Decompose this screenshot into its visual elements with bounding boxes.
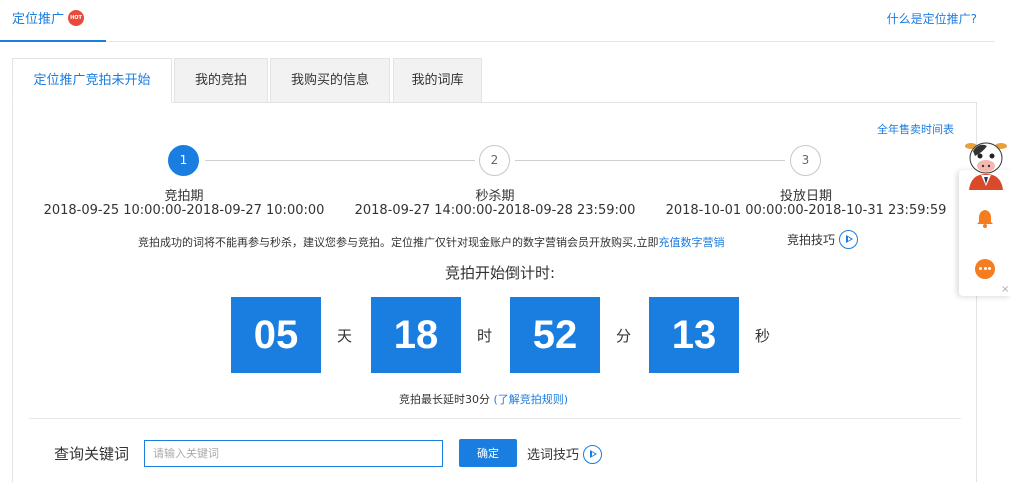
step-connector-line xyxy=(515,160,785,161)
top-bar: 定位推广 HOT 什么是定位推广? xyxy=(0,0,995,42)
help-link[interactable]: 什么是定位推广? xyxy=(887,0,977,38)
keyword-tips-label: 选词技巧 xyxy=(527,448,580,463)
confirm-button[interactable]: 确定 xyxy=(459,439,517,467)
countdown-seconds: 13 xyxy=(649,297,739,373)
page-title: 定位推广 xyxy=(12,12,65,27)
step-2-circle: 2 xyxy=(479,145,510,176)
countdown-minutes-unit: 分 xyxy=(616,327,632,345)
step-2-name: 秒杀期 xyxy=(475,189,515,204)
play-circle-icon xyxy=(839,230,859,249)
bid-tips-button[interactable]: 竞拍技巧 xyxy=(787,230,859,250)
chat-icon[interactable] xyxy=(975,259,995,279)
divider xyxy=(29,418,961,419)
step-3-date: 2018-10-01 00:00:00-2018-10-31 23:59:59 xyxy=(665,203,947,218)
hot-badge-icon: HOT xyxy=(68,9,85,26)
notice-text: 竞拍成功的词将不能再参与秒杀，建议您参与竞拍。定位推广仅针对现金账户的数字营销会… xyxy=(138,236,659,249)
tab-my-bids[interactable]: 我的竞拍 xyxy=(174,58,268,103)
delay-text: 竞拍最长延时30分 xyxy=(399,393,490,406)
page-title-tab[interactable]: 定位推广 HOT xyxy=(0,0,106,42)
bell-icon[interactable] xyxy=(976,208,994,228)
countdown-title: 竞拍开始倒计时: xyxy=(444,264,556,282)
recharge-link[interactable]: 充值数字营销 xyxy=(659,236,725,249)
countdown-seconds-unit: 秒 xyxy=(755,327,771,345)
countdown-minutes: 52 xyxy=(510,297,600,373)
delay-notice: 竞拍最长延时30分 (了解竞拍规则) xyxy=(399,391,568,407)
step-3-circle: 3 xyxy=(790,145,821,176)
query-keyword-label: 查询关键词 xyxy=(54,445,130,463)
play-circle-icon xyxy=(583,445,603,464)
step-2-date: 2018-09-27 14:00:00-2018-09-28 23:59:00 xyxy=(354,203,636,218)
countdown-hours: 18 xyxy=(371,297,461,373)
step-1-circle: 1 xyxy=(168,145,199,176)
tab-purchased-info[interactable]: 我购买的信息 xyxy=(270,58,390,103)
bid-rules-link[interactable]: (了解竞拍规则) xyxy=(494,393,569,406)
countdown-days-unit: 天 xyxy=(337,327,353,345)
cow-mascot-icon[interactable] xyxy=(963,134,1009,190)
step-3-name: 投放日期 xyxy=(779,189,832,204)
tab-bidding-not-started[interactable]: 定位推广竞拍未开始 xyxy=(12,58,172,103)
year-schedule-link[interactable]: 全年售卖时间表 xyxy=(877,121,954,137)
countdown-hours-unit: 时 xyxy=(477,327,493,345)
floating-service-widget: × xyxy=(959,126,1011,296)
close-icon[interactable]: × xyxy=(1001,284,1009,295)
keyword-tips-button[interactable]: 选词技巧 xyxy=(527,444,603,465)
keyword-search-input[interactable] xyxy=(144,440,443,467)
bid-notice: 竞拍成功的词将不能再参与秒杀，建议您参与竞拍。定位推广仅针对现金账户的数字营销会… xyxy=(138,234,725,250)
tab-my-keywords[interactable]: 我的词库 xyxy=(393,58,482,103)
bid-tips-label: 竞拍技巧 xyxy=(787,233,836,247)
countdown-days: 05 xyxy=(231,297,321,373)
step-connector-line xyxy=(205,160,475,161)
step-1-date: 2018-09-25 10:00:00-2018-09-27 10:00:00 xyxy=(43,203,325,218)
step-1-name: 竞拍期 xyxy=(164,189,204,204)
